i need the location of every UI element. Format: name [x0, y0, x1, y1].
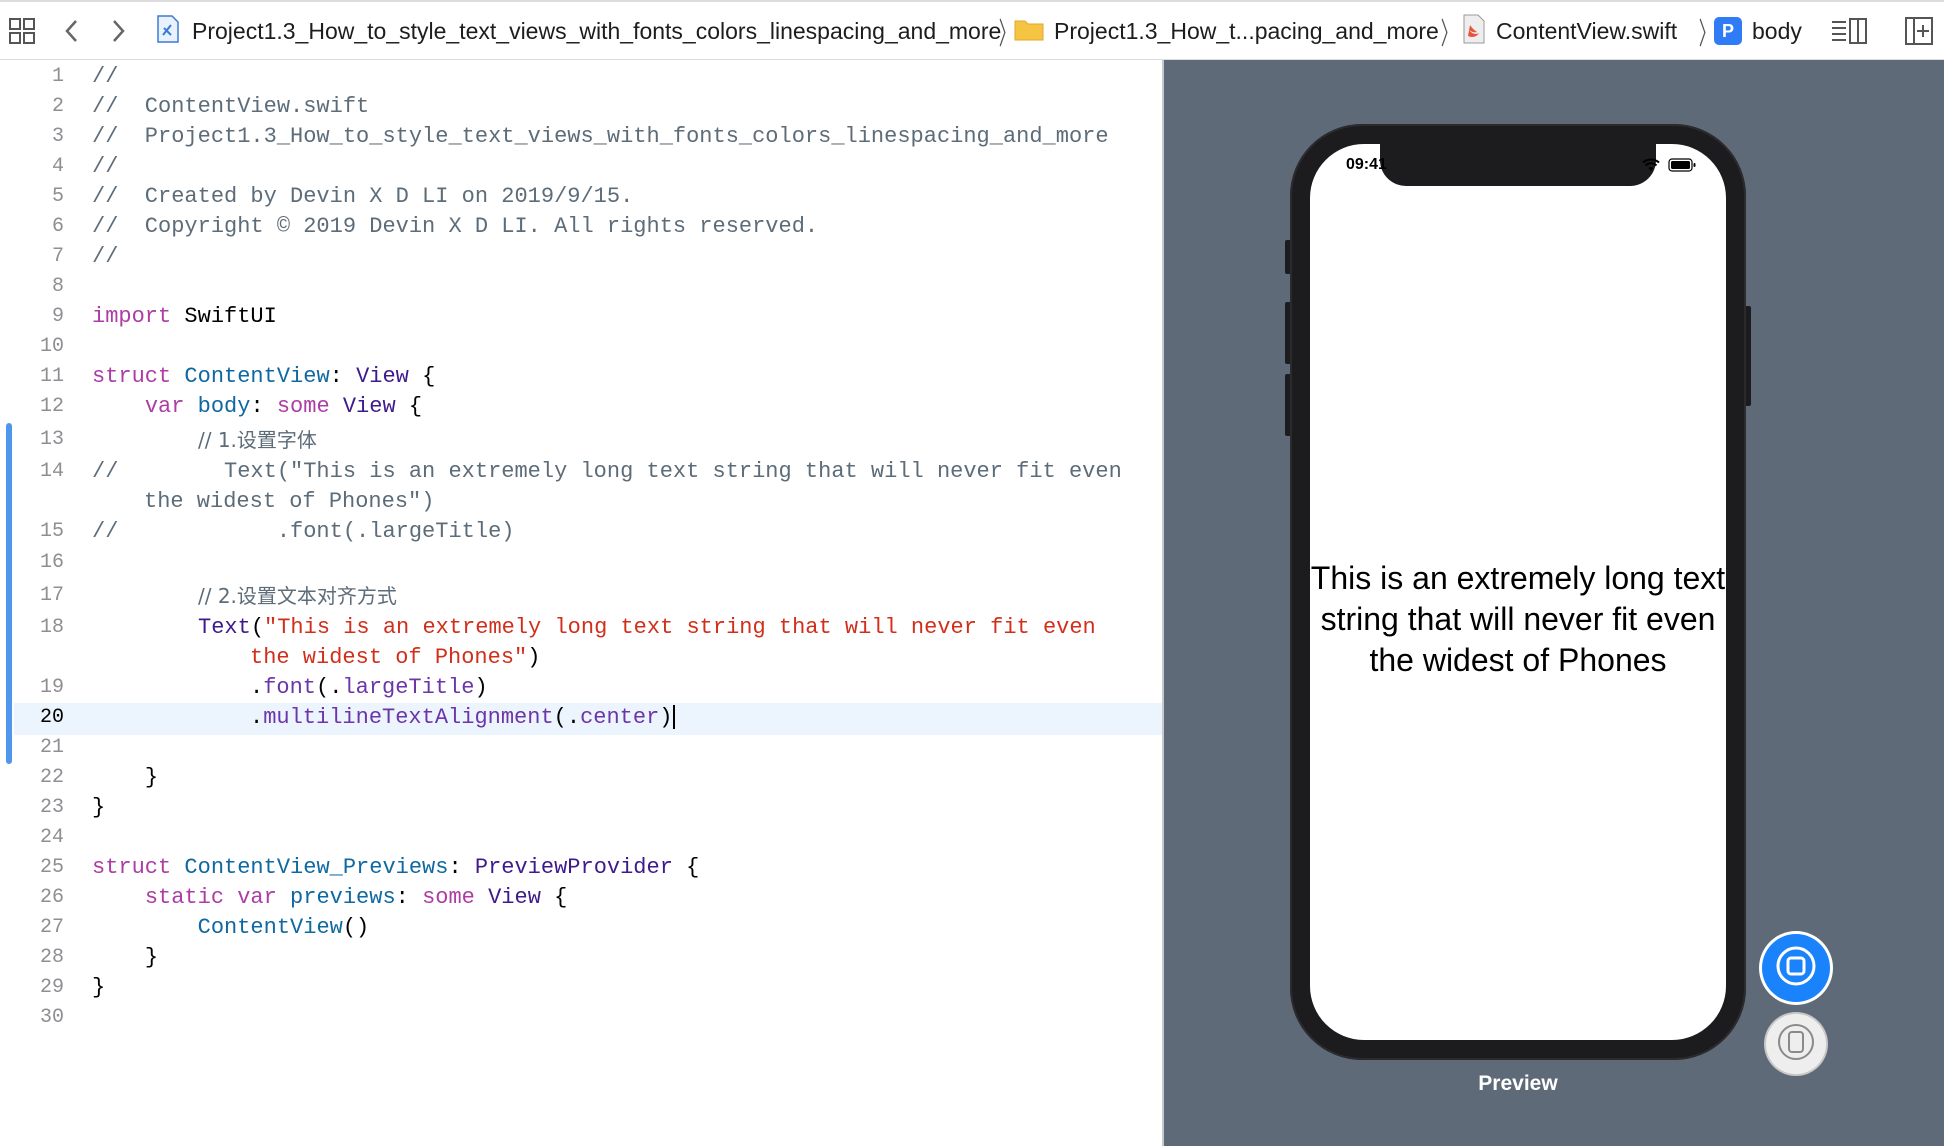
breadcrumb-folder[interactable]: Project1.3_How_t...pacing_and_more — [1014, 2, 1439, 60]
line-number: 3 — [51, 125, 64, 148]
line-number: 29 — [39, 976, 64, 999]
line-number: 23 — [39, 796, 64, 819]
code-line: } — [92, 795, 106, 820]
code-line: the widest of Phones") — [250, 645, 541, 670]
line-number: 7 — [51, 245, 64, 268]
code-line: // Text("This is an extremely long text … — [92, 459, 1122, 484]
code-line: // .font(.largeTitle) — [92, 519, 515, 544]
phone-device-frame: 09:41 This is an extremely long text str… — [1290, 124, 1746, 1060]
battery-icon — [1668, 158, 1696, 177]
code-line: // — [92, 244, 119, 269]
line-number: 5 — [51, 185, 64, 208]
code-line: // — [92, 154, 119, 179]
live-preview-icon — [1774, 944, 1818, 993]
line-number: 16 — [39, 551, 64, 574]
status-time: 09:41 — [1346, 156, 1387, 173]
line-number: 2 — [51, 95, 64, 118]
line-number: 28 — [39, 946, 64, 969]
phone-notch — [1380, 144, 1656, 186]
breadcrumb-project[interactable]: Project1.3_How_to_style_text_views_with_… — [154, 2, 1001, 60]
code-line: // 2.设置文本对齐方式 — [198, 584, 397, 608]
preview-label: Preview — [1478, 1072, 1558, 1095]
breadcrumb-file[interactable]: ContentView.swift — [1462, 2, 1677, 60]
line-number: 13 — [39, 428, 64, 451]
line-number: 30 — [39, 1006, 64, 1029]
line-number: 25 — [39, 856, 64, 879]
line-number: 15 — [39, 520, 64, 543]
code-editor[interactable]: 1 2 3 4 5 6 7 8 9 10 11 12 13 14 15 16 1… — [0, 60, 1162, 1146]
line-number: 27 — [39, 916, 64, 939]
breadcrumb-project-label: Project1.3_How_to_style_text_views_with_… — [192, 17, 1002, 44]
jump-bar: Project1.3_How_to_style_text_views_with_… — [0, 0, 1944, 60]
line-number: 24 — [39, 826, 64, 849]
line-number: 10 — [39, 335, 64, 358]
back-button[interactable] — [62, 2, 82, 60]
code-line-active: .multilineTextAlignment(.center) — [250, 703, 676, 733]
line-number: 18 — [39, 616, 64, 639]
preview-text-view: This is an extremely long text string th… — [1310, 560, 1726, 678]
code-line: Text("This is an extremely long text str… — [198, 615, 1096, 640]
line-number-active: 20 — [39, 706, 64, 729]
code-line: // Created by Devin X D LI on 2019/9/15. — [92, 184, 634, 209]
preview-on-device-button[interactable] — [1766, 1014, 1826, 1074]
code-line: struct ContentView_Previews: PreviewProv… — [92, 855, 700, 880]
live-preview-button[interactable] — [1762, 934, 1830, 1002]
line-number: 12 — [39, 395, 64, 418]
line-number: 21 — [39, 736, 64, 759]
breadcrumb-file-label: ContentView.swift — [1496, 17, 1678, 44]
code-line: struct ContentView: View { — [92, 364, 436, 389]
line-number: 4 — [51, 155, 64, 178]
code-line: // Copyright © 2019 Devin X D LI. All ri… — [92, 214, 819, 239]
code-line: ContentView() — [197, 915, 370, 940]
code-line: // — [92, 64, 119, 89]
line-number: 19 — [39, 676, 64, 699]
device-icon — [1776, 1022, 1816, 1067]
code-line: static var previews: some View { — [144, 885, 568, 910]
line-number: 14 — [39, 460, 64, 483]
line-number: 22 — [39, 766, 64, 789]
related-items-icon[interactable] — [8, 2, 36, 60]
text-cursor — [673, 705, 676, 730]
code-line: var body: some View { — [144, 394, 423, 419]
phone-screen: 09:41 This is an extremely long text str… — [1310, 144, 1726, 1040]
status-icons — [1642, 158, 1696, 177]
line-number: 17 — [39, 584, 64, 607]
code-line: } — [144, 945, 159, 970]
wifi-icon — [1642, 158, 1660, 177]
line-number: 9 — [51, 305, 64, 328]
line-number: 6 — [51, 215, 64, 238]
code-line: .font(.largeTitle) — [250, 675, 488, 700]
code-line: the widest of Phones") — [144, 489, 435, 514]
line-number: 26 — [39, 886, 64, 909]
line-number: 1 — [51, 65, 64, 88]
breadcrumb-folder-label: Project1.3_How_t...pacing_and_more — [1054, 17, 1439, 44]
forward-button[interactable] — [108, 2, 128, 60]
code-line: import SwiftUI — [92, 304, 277, 329]
preview-canvas: 09:41 This is an extremely long text str… — [1164, 60, 1944, 1146]
code-line: // Project1.3_How_to_style_text_views_wi… — [92, 124, 1109, 149]
xcode-project-icon — [154, 14, 182, 49]
swift-file-icon — [1462, 14, 1486, 49]
code-line: // ContentView.swift — [92, 94, 370, 119]
add-editor-icon[interactable] — [1904, 2, 1934, 60]
breadcrumb-symbol-label: body — [1752, 17, 1802, 44]
editor-options-icon[interactable] — [1830, 2, 1868, 60]
folder-icon — [1014, 17, 1044, 46]
line-number: 8 — [51, 275, 64, 298]
breadcrumb-symbol[interactable]: P body — [1714, 2, 1802, 60]
code-line: // 1.设置字体 — [198, 428, 317, 452]
line-number: 11 — [39, 365, 64, 388]
code-line: } — [144, 765, 159, 790]
property-icon: P — [1714, 17, 1742, 45]
breadcrumb-separator: 〉 — [1440, 18, 1458, 51]
code-line: } — [92, 975, 106, 1000]
